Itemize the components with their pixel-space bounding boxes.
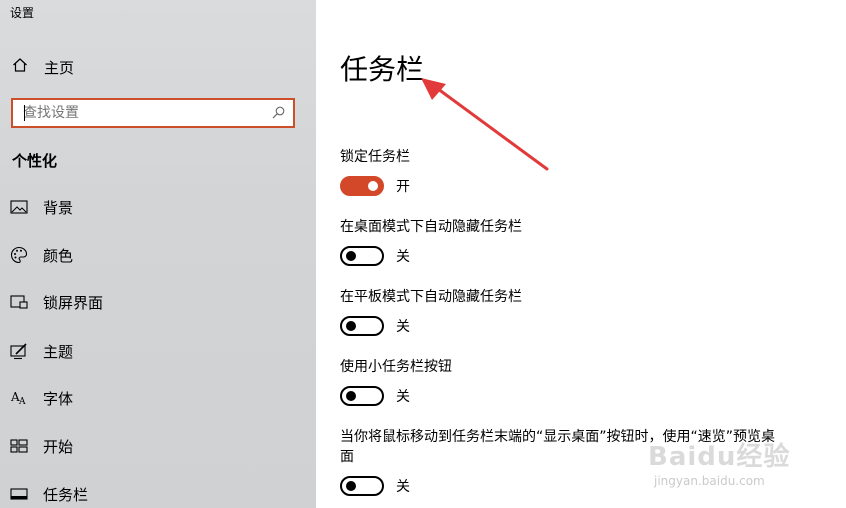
window-title: 设置 [10,6,35,20]
toggle-small-buttons[interactable] [340,386,384,406]
toggle-autohide-tablet[interactable] [340,316,384,336]
svg-text:A: A [18,397,26,406]
sidebar-item-font[interactable]: AA 字体 [10,386,73,410]
sidebar-item-background[interactable]: 背景 [10,195,73,219]
sidebar-item-home[interactable]: 主页 [12,56,74,78]
toggle-state-label: 开 [396,179,410,195]
toggle-autohide-desktop[interactable] [340,246,384,266]
setting-label-autohide-desktop: 在桌面模式下自动隐藏任务栏 [340,219,522,235]
toggle-knob [368,181,378,191]
sidebar-item-taskbar[interactable]: 任务栏 [10,482,88,506]
toggle-knob [346,391,356,401]
toggle-knob [346,251,356,261]
watermark-url: jingyan.baidu.com [654,474,765,488]
setting-small-buttons: 关 [340,386,410,406]
sidebar-item-label: 主题 [43,342,74,361]
setting-autohide-desktop: 关 [340,246,410,266]
toggle-lock-taskbar[interactable] [340,176,384,196]
toggle-state-label: 关 [396,319,410,335]
sidebar-item-color[interactable]: 颜色 [10,243,73,267]
setting-label-lock-taskbar: 锁定任务栏 [340,149,410,165]
start-icon [10,437,28,455]
search-box[interactable] [11,98,295,128]
sidebar-item-label: 锁屏界面 [43,293,104,312]
search-input[interactable] [13,100,272,126]
setting-autohide-tablet: 关 [340,316,410,336]
sidebar-item-label: 背景 [43,198,74,217]
palette-icon [10,246,28,264]
toggle-state-label: 关 [396,389,410,405]
sidebar: 设置 主页 个性化 背景 颜色 锁屏界面 主题 [0,0,316,508]
annotation-arrow [421,78,549,171]
setting-label-small-buttons: 使用小任务栏按钮 [340,359,452,375]
picture-icon [10,198,28,216]
sidebar-item-label: 颜色 [43,246,74,265]
sidebar-item-label: 主页 [44,58,75,77]
setting-label-autohide-tablet: 在平板模式下自动隐藏任务栏 [340,289,522,305]
sidebar-item-theme[interactable]: 主题 [10,339,73,363]
setting-lock-taskbar: 开 [340,176,410,196]
main-panel: 任务栏 锁定任务栏 开 在桌面模式下自动隐藏任务栏 关 在平板模式下自动隐藏任务… [316,0,846,508]
toggle-knob [346,481,356,491]
sidebar-item-label: 任务栏 [43,485,89,504]
sidebar-item-lock-screen[interactable]: 锁屏界面 [10,290,103,314]
sidebar-item-label: 字体 [43,389,74,408]
lock-screen-icon [10,293,28,311]
toggle-knob [346,321,356,331]
toggle-peek[interactable] [340,476,384,496]
taskbar-icon [10,485,28,503]
sidebar-item-start[interactable]: 开始 [10,434,73,458]
toggle-state-label: 关 [396,249,410,265]
watermark-brand: Baidu经验 [648,442,791,472]
setting-peek: 关 [340,476,410,496]
theme-icon [10,342,28,360]
home-icon [12,57,28,77]
toggle-state-label: 关 [396,479,410,495]
search-icon[interactable] [272,104,285,123]
watermark: Baidu经验 jingyan.baidu.com [648,436,838,496]
font-icon: AA [10,389,28,407]
section-title: 个性化 [12,152,58,170]
sidebar-item-label: 开始 [43,437,74,456]
text-cursor [24,105,25,121]
page-title: 任务栏 [340,53,425,86]
